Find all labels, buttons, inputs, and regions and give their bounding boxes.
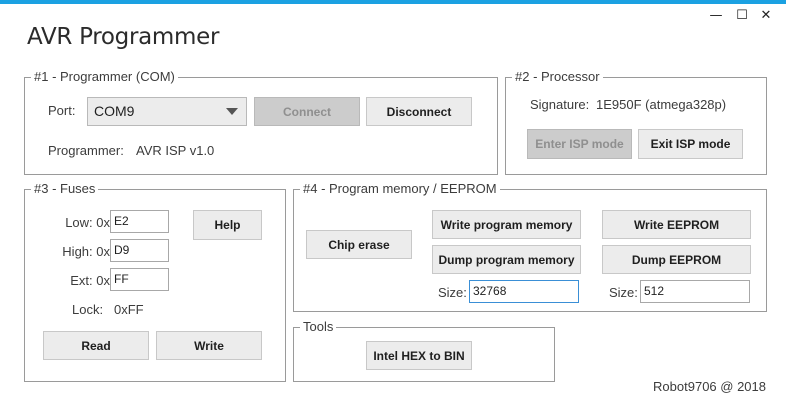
fuses-group-legend: #3 - Fuses [31,181,99,196]
port-select[interactable]: COM9 [87,97,247,126]
exit-isp-button[interactable]: Exit ISP mode [638,129,743,159]
maximize-icon[interactable]: ☐ [734,8,750,24]
port-label: Port: [48,103,76,118]
signature-label: Signature: [530,97,590,112]
signature-value: 1E950F (atmega328p) [596,97,727,112]
minimize-icon[interactable]: — [708,8,724,24]
ext-fuse-label: Ext: 0x [70,273,110,288]
high-fuse-label: High: 0x [62,244,110,259]
footer-credit: Robot9706 @ 2018 [653,379,766,394]
ext-fuse-input[interactable]: FF [110,268,169,291]
eeprom-size-label: Size: [609,285,638,300]
processor-group: #2 - Processor [505,69,767,175]
chip-erase-button[interactable]: Chip erase [306,230,412,259]
chevron-down-icon [226,108,238,115]
window-accent-bar [0,0,786,4]
enter-isp-button[interactable]: Enter ISP mode [527,129,632,159]
write-program-memory-button[interactable]: Write program memory [432,210,581,239]
dump-program-memory-button[interactable]: Dump program memory [432,245,581,274]
program-size-input[interactable]: 32768 [469,280,579,303]
low-fuse-label: Low: 0x [65,215,110,230]
lock-label: Lock: [72,302,104,317]
eeprom-size-input[interactable]: 512 [640,280,750,303]
app-title: AVR Programmer [27,24,220,50]
programmer-group: #1 - Programmer (COM) [24,69,498,175]
programmer-group-legend: #1 - Programmer (COM) [31,69,178,84]
close-icon[interactable]: ✕ [758,8,774,24]
high-fuse-input[interactable]: D9 [110,239,169,262]
tools-group-legend: Tools [300,319,337,334]
read-fuses-button[interactable]: Read [43,331,149,360]
hex-to-bin-button[interactable]: Intel HEX to BIN [366,341,472,370]
write-fuses-button[interactable]: Write [156,331,262,360]
help-button[interactable]: Help [193,210,262,240]
dump-eeprom-button[interactable]: Dump EEPROM [602,245,751,274]
programmer-value: AVR ISP v1.0 [136,143,215,158]
disconnect-button[interactable]: Disconnect [366,97,472,126]
connect-button[interactable]: Connect [254,97,360,126]
lock-value: 0xFF [114,302,144,317]
low-fuse-input[interactable]: E2 [110,210,169,233]
port-select-value: COM9 [94,103,135,119]
memory-group-legend: #4 - Program memory / EEPROM [300,181,500,196]
write-eeprom-button[interactable]: Write EEPROM [602,210,751,239]
programmer-label: Programmer: [48,143,124,158]
program-size-label: Size: [438,285,467,300]
processor-group-legend: #2 - Processor [512,69,603,84]
